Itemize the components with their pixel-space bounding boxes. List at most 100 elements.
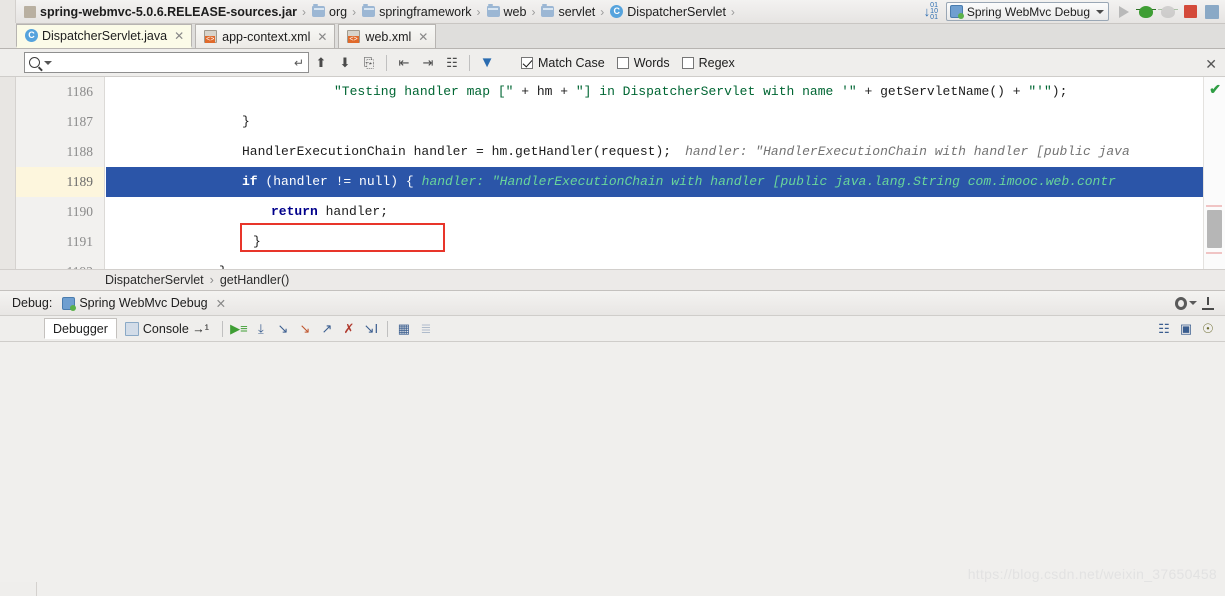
drop-frame-icon[interactable]: ✗ [338, 319, 360, 339]
breadcrumb-label: DispatcherServlet [627, 4, 726, 19]
top-breadcrumb-bar: spring-webmvc-5.0.6.RELEASE-sources.jar … [0, 0, 1225, 24]
breadcrumb-item-jar[interactable]: spring-webmvc-5.0.6.RELEASE-sources.jar [16, 0, 300, 24]
close-icon[interactable]: ✕ [174, 29, 184, 43]
breadcrumb-item-org[interactable]: org [308, 0, 350, 24]
rerun-icon[interactable]: ↻ [5, 588, 32, 596]
breadcrumb-label: servlet [558, 4, 596, 19]
step-over-icon[interactable]: ⤓ [250, 319, 272, 339]
settings-icon[interactable]: ≣ [415, 319, 437, 339]
editor-tab-bar: C DispatcherServlet.java ✕ app-context.x… [0, 23, 1225, 49]
words-checkbox[interactable]: Words [616, 56, 670, 70]
scrollbar-marker [1206, 205, 1222, 207]
find-up-icon[interactable]: ⬆ [309, 52, 333, 74]
layout-button[interactable] [1201, 2, 1223, 22]
folder-icon [541, 4, 555, 17]
line-number: 1187 [66, 114, 94, 129]
toolbar-divider [386, 54, 387, 71]
settings-gear-icon[interactable] [1175, 293, 1197, 313]
breadcrumb-method[interactable]: getHandler() [220, 273, 289, 287]
folder-icon [312, 4, 326, 17]
tab-label: Debugger [53, 321, 108, 336]
select-occurrences-icon[interactable]: ☷ [440, 52, 464, 74]
tab-web-xml[interactable]: web.xml ✕ [338, 24, 437, 48]
close-icon[interactable]: ✕ [418, 30, 428, 44]
code-string: "] in DispatcherServlet with name '" [575, 84, 857, 99]
java-class-icon: C [25, 29, 38, 42]
debug-button[interactable] [1135, 2, 1157, 22]
scrollbar-thumb[interactable] [1207, 210, 1222, 248]
code-line-1189: if (handler != null) {handler: "HandlerE… [106, 167, 1203, 197]
editor-breadcrumb: DispatcherServlet › getHandler() [0, 269, 1225, 291]
annotation-rect-handlerexecutionchain [240, 223, 445, 252]
debug-session-tab[interactable]: Spring WebMvc Debug ✕ [62, 296, 226, 311]
checkbox-label: Regex [698, 55, 735, 70]
breadcrumb-item-web[interactable]: web [483, 0, 530, 24]
remove-occurrence-icon[interactable]: ⇥ [416, 52, 440, 74]
enter-icon: ↵ [293, 55, 304, 70]
console-icon [124, 321, 139, 336]
evaluate-expression-icon[interactable]: ▦ [393, 319, 415, 339]
filter-icon[interactable]: ▼ [475, 52, 499, 74]
chevron-down-icon [1189, 301, 1197, 305]
tab-app-context-xml[interactable]: app-context.xml ✕ [195, 24, 336, 48]
close-icon[interactable]: ✕ [216, 296, 226, 311]
breadcrumb-item-dispatcherservlet[interactable]: C DispatcherServlet [606, 0, 729, 24]
tab-debugger[interactable]: Debugger [44, 318, 117, 339]
run-to-cursor-icon[interactable]: ↘I [360, 319, 382, 339]
regex-checkbox[interactable]: Regex [681, 55, 735, 70]
line-number: 1190 [66, 204, 94, 219]
run-configuration-selector[interactable]: Spring WebMvc Debug [945, 2, 1109, 21]
line-number-gutter: 1186 1187 1188 1189 1190 1191 1192 1193 [16, 77, 105, 269]
breadcrumb-item-springframework[interactable]: springframework [358, 0, 474, 24]
mute-breakpoints-icon[interactable]: ☷ [1153, 319, 1175, 339]
match-case-checkbox[interactable]: Match Case [521, 56, 605, 70]
add-occurrence-icon[interactable]: ⇤ [392, 52, 416, 74]
stop-button[interactable] [1179, 2, 1201, 22]
xml-file-icon [204, 30, 218, 43]
breadcrumb-class[interactable]: DispatcherServlet [105, 273, 204, 287]
watermark-text: https://blog.csdn.net/weixin_37650458 [967, 566, 1217, 582]
breadcrumb-separator: › [209, 273, 214, 287]
scrollbar-marker [1206, 252, 1222, 254]
toolbar-divider [469, 54, 470, 71]
force-step-into-icon[interactable]: ↘ [294, 319, 316, 339]
search-input[interactable] [52, 55, 294, 70]
show-execution-point-icon[interactable]: ▶≡ [228, 319, 250, 339]
chevron-down-icon[interactable] [44, 60, 52, 65]
breadcrumb-item-servlet[interactable]: servlet [537, 0, 598, 24]
close-find-icon[interactable]: ✕ [1205, 56, 1217, 73]
tab-dispatcherservlet-java[interactable]: C DispatcherServlet.java ✕ [16, 24, 193, 48]
toolbar-divider [386, 320, 388, 337]
debug-label: Debug: [12, 296, 53, 310]
editor-scrollbar[interactable]: ✔ [1203, 77, 1225, 269]
run-button[interactable] [1113, 2, 1135, 22]
line-number-current: 1189 [16, 167, 104, 197]
step-out-icon[interactable]: ↗ [316, 319, 338, 339]
debug-session-label: Spring WebMvc Debug [79, 296, 208, 310]
search-input-wrapper[interactable]: ↵ [24, 52, 309, 73]
inspection-ok-icon: ✔ [1209, 81, 1221, 97]
coverage-button[interactable] [1157, 2, 1179, 22]
sort-icon[interactable]: ↓ 01 10 01 [920, 2, 942, 22]
inline-debug-hint: handler: "HandlerExecutionChain with han… [685, 144, 1130, 159]
search-icon [29, 57, 40, 68]
close-icon[interactable]: ✕ [317, 30, 327, 44]
code-editor[interactable]: 1186 1187 1188 1189 1190 1191 1192 1193 … [0, 77, 1225, 269]
find-toolbar: ↵ ⬆ ⬇ ⎘ ⇤ ⇥ ☷ ▼ Match Case Words Regex ✕ [0, 49, 1225, 77]
run-config-label: Spring WebMvc Debug [966, 4, 1090, 19]
line-number: 1192 [16, 257, 104, 269]
breadcrumb-separator: › [600, 4, 605, 19]
help-icon[interactable]: ☉ [1197, 319, 1219, 339]
code-text: handler; [317, 204, 389, 219]
step-into-icon[interactable]: ↘ [272, 319, 294, 339]
select-all-icon[interactable]: ⎘ [357, 52, 381, 74]
code-line-1186: "Testing handler map [" + hm + "] in Dis… [106, 77, 1203, 107]
hide-window-icon[interactable] [1197, 293, 1219, 313]
run-config-icon [62, 296, 77, 311]
find-down-icon[interactable]: ⬇ [333, 52, 357, 74]
tab-console[interactable]: Console →¹ [117, 318, 217, 339]
editor-left-edge [0, 77, 16, 269]
code-text: } [242, 114, 250, 129]
restore-layout-icon[interactable]: ▣ [1175, 319, 1197, 339]
tab-label: DispatcherServlet.java [42, 28, 168, 43]
